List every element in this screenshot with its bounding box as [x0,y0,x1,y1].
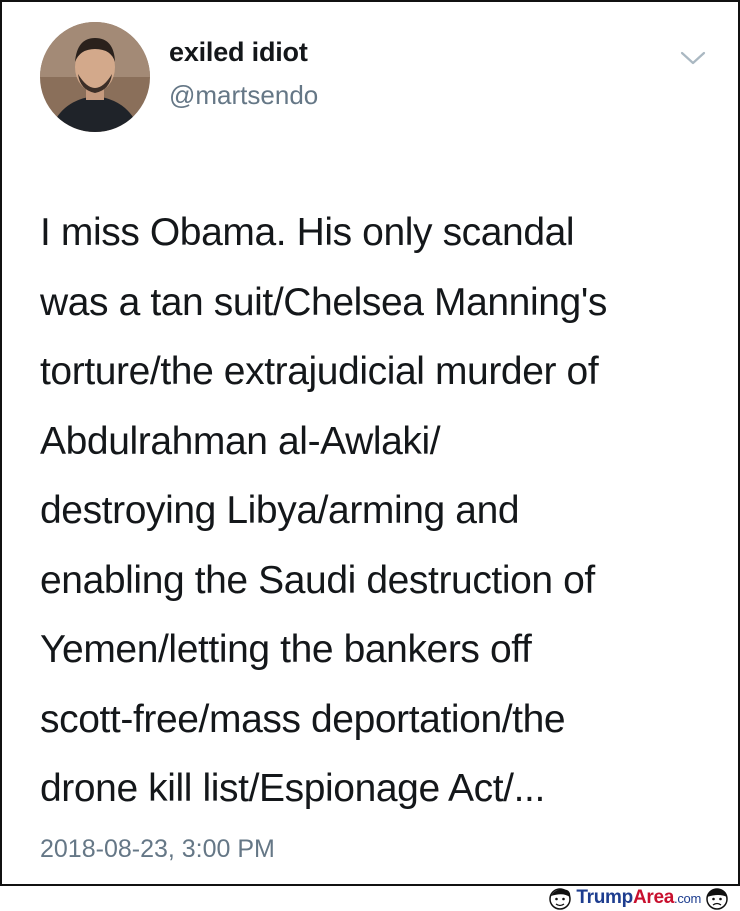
tweet-line: torture/the extrajudicial murder of [40,350,599,393]
tweet-line: enabling the Saudi destruction of [40,558,595,602]
tweet-line: drone kill list/Espionage Act/... [40,767,545,810]
avatar[interactable] [40,22,150,132]
tweet-text: I miss Obama. His only scandal was a tan… [40,198,730,824]
watermark-part3: .com [674,890,701,906]
tweet-card: exiled idiot @martsendo I miss Obama. Hi… [0,0,740,886]
chevron-down-icon[interactable] [678,46,708,70]
tweet-line: Yemen/letting the bankers off [40,628,532,671]
tweet-line: destroying Libya/arming and [40,489,520,532]
tweet-timestamp[interactable]: 2018-08-23, 3:00 PM [40,835,275,864]
display-name[interactable]: exiled idiot [169,37,308,68]
watermark-logo: TrumpArea.com [576,887,701,909]
cartoon-face-icon [706,887,728,910]
watermark: TrumpArea.com [547,884,730,911]
watermark-part2: Area [632,886,675,908]
tweet-line: was a tan suit/Chelsea Manning's [40,280,607,324]
tweet-line: I miss Obama. His only scandal [40,211,575,254]
cartoon-face-icon [549,887,572,910]
watermark-part1: Trump [576,886,633,908]
tweet-line: Abdulrahman al-Awlaki/ [40,419,441,463]
user-handle[interactable]: @martsendo [169,80,318,111]
tweet-line: scott-free/mass deportation/the [40,697,566,741]
